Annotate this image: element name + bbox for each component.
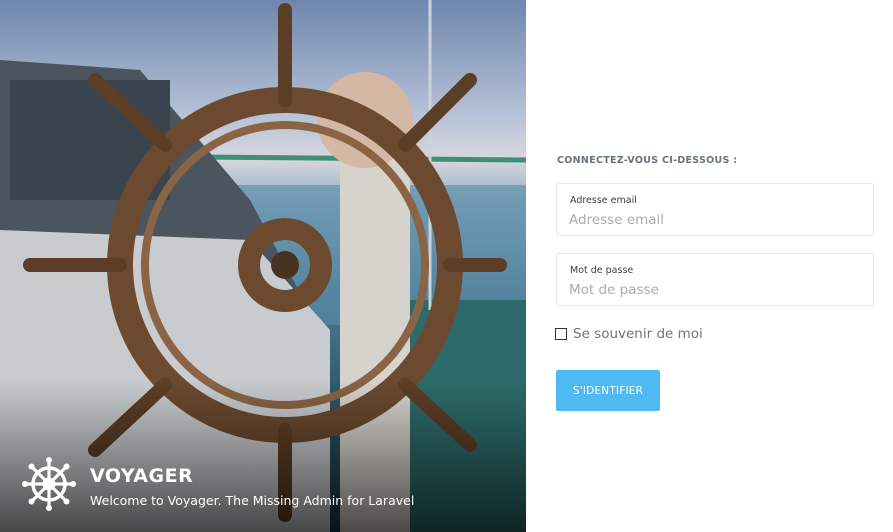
brand-title: VOYAGER [90,464,194,487]
password-input[interactable] [569,280,859,300]
hero-panel: VOYAGER Welcome to Voyager. The Missing … [0,0,526,532]
remember-me-checkbox[interactable] [555,328,567,340]
email-field-group: Adresse email [556,183,874,236]
brand: VOYAGER Welcome to Voyager. The Missing … [22,456,414,512]
email-input[interactable] [569,210,859,230]
login-button[interactable]: S'IDENTIFIER [556,370,660,411]
remember-me: Se souvenir de moi [555,326,703,342]
ship-wheel-icon [22,457,76,511]
login-heading: CONNECTEZ-VOUS CI-DESSOUS : [557,155,738,166]
password-field-group: Mot de passe [556,253,874,306]
email-label: Adresse email [570,195,637,206]
login-panel: CONNECTEZ-VOUS CI-DESSOUS : Adresse emai… [526,0,893,532]
ship-helm-wheel-photo [0,0,526,532]
remember-me-label[interactable]: Se souvenir de moi [573,326,703,342]
password-label: Mot de passe [570,265,634,276]
brand-subtitle: Welcome to Voyager. The Missing Admin fo… [90,492,415,508]
